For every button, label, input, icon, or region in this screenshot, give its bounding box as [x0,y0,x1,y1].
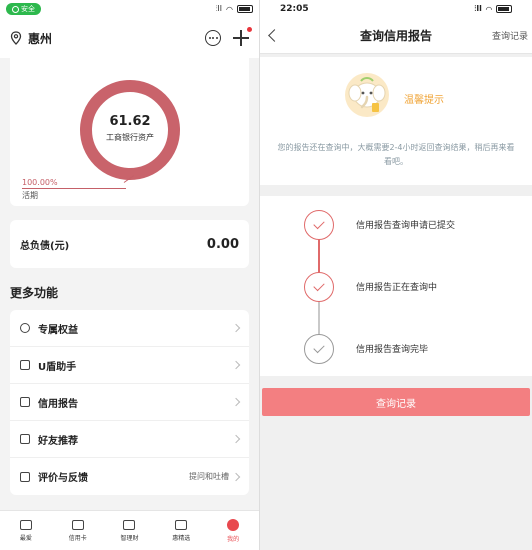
step-submitted-check-icon [304,210,334,240]
chevron-right-icon [231,434,241,444]
debt-label: 总负债(元) [20,240,70,252]
tab-mine[interactable]: 我的 [207,511,259,550]
debt-value: 0.00 [206,236,239,252]
query-record-button[interactable]: 查询记录 [262,388,530,416]
query-record-link[interactable]: 查询记录 [492,29,528,42]
menu-item-exclusive-rights[interactable]: 专属权益 [10,310,249,347]
location-pin-icon [10,31,22,45]
asset-label: 工商银行资产 [106,133,154,142]
chevron-right-icon [231,360,241,370]
asset-type: 活期 [22,191,38,200]
location-label: 惠州 [28,31,53,46]
page-header: 查询信用报告 查询记录 [260,18,532,54]
notification-dot [247,27,252,32]
progress-steps: 信用报告查询申请已提交 信用报告正在查询中 信用报告查询完毕 [260,196,532,376]
status-bar: 安全 ⫶ll ◠ [0,0,259,18]
gift-icon [20,434,30,444]
chart-icon [123,519,136,530]
tab-credit-card[interactable]: 信用卡 [52,511,104,550]
menu-item-credit-report[interactable]: 信用报告 [10,384,249,421]
card-icon [71,519,84,530]
left-screen: 安全 ⫶ll ◠ 惠州 61.62 工商银行资产 100.00% 活期 总负债(… [0,0,259,550]
more-features-title: 更多功能 [10,286,59,300]
tab-favorites[interactable]: 最爱 [0,511,52,550]
menu-item-friend-referral[interactable]: 好友推荐 [10,421,249,458]
asset-value: 61.62 [109,114,151,129]
chevron-right-icon [231,472,241,481]
step-complete-label: 信用报告查询完毕 [356,345,429,355]
location-selector[interactable]: 惠州 [10,30,52,47]
tab-wealth[interactable]: 智理财 [104,511,156,550]
status-time: 22:05 [280,4,309,14]
signal-icon: ⫶ll [474,4,482,13]
home-icon [19,519,32,530]
asset-ring-chart [80,80,180,180]
chevron-right-icon [231,397,241,407]
feature-menu: 专属权益 U盾助手 信用报告 好友推荐 评价与反馈 提问和吐槽 [10,310,249,495]
safe-badge: 安全 [6,3,41,15]
asset-percent: 100.00% [22,178,58,187]
tip-message: 您的报告还在查询中，大概需要2-4小时返回查询结果，稍后再来看看吧。 [277,143,515,166]
step-querying-check-icon [304,272,334,302]
asset-card[interactable]: 61.62 工商银行资产 100.00% 活期 [10,58,249,206]
shield-icon [12,5,19,13]
ukey-icon [20,360,30,370]
step-querying-label: 信用报告正在查询中 [356,283,438,293]
document-icon [20,397,30,407]
chevron-right-icon [231,323,241,333]
cup-icon [175,519,188,530]
menu-item-feedback[interactable]: 评价与反馈 提问和吐槽 [10,458,249,495]
step-complete-check-icon [304,334,334,364]
tip-title: 温馨提示 [404,95,444,106]
right-screen: 22:05 ⫶ll ◠ 查询信用报告 查询记录 温馨提示 您的报告还在查询中，大… [260,0,532,550]
signal-icon: ⫶ll [215,4,223,13]
battery-icon [237,5,253,13]
wifi-icon: ◠ [485,4,492,14]
back-icon[interactable] [264,26,284,46]
status-bar: 22:05 ⫶ll ◠ [260,0,532,18]
tip-card: 温馨提示 您的报告还在查询中，大概需要2-4小时返回查询结果，稍后再来看看吧。 [260,57,532,185]
app-header: 惠州 [0,18,259,58]
debt-card[interactable]: 总负债(元) 0.00 [10,220,249,268]
feedback-icon [20,471,30,482]
tab-selected-deals[interactable]: 惠精选 [155,511,207,550]
user-icon [227,518,240,531]
battery-icon [496,5,512,13]
add-icon[interactable] [233,27,252,46]
message-icon[interactable] [205,30,221,46]
menu-item-ukey-assistant[interactable]: U盾助手 [10,347,249,384]
leader-line [22,188,126,189]
step-submitted-label: 信用报告查询申请已提交 [356,221,456,231]
medal-icon [20,323,30,333]
elephant-mascot-icon [345,73,389,117]
wifi-icon: ◠ [226,4,233,14]
bottom-tab-bar: 最爱 信用卡 智理财 惠精选 我的 [0,510,259,550]
